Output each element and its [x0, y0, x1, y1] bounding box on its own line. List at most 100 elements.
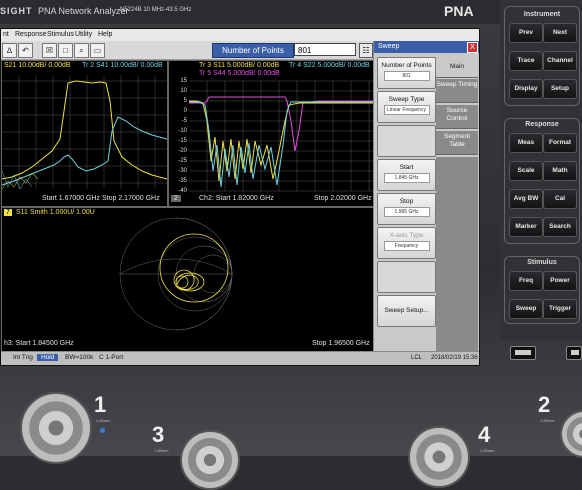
trace-label: S21 10.00dB/ 0.00dB	[4, 62, 71, 69]
prev-key[interactable]: Prev	[509, 23, 543, 43]
trace-s41	[2, 116, 167, 186]
power-key[interactable]: Power	[543, 271, 577, 291]
stop-freq: Stop 2.17000 GHz	[102, 195, 160, 202]
menu-item-utility[interactable]: Utility	[75, 31, 92, 38]
start-freq: Ch2: Start 1.82000 GHz	[199, 195, 274, 202]
tab-main[interactable]: Main	[436, 57, 478, 78]
freq-key[interactable]: Freq	[509, 271, 543, 291]
display-screen: nt Response Stimulus Utility Help ∆ ↶ ☒ …	[0, 28, 480, 366]
setup-key[interactable]: Setup	[543, 79, 577, 99]
marker-badge: 7	[4, 209, 12, 216]
key-label: Start	[399, 164, 414, 171]
port-1-number: 1	[94, 392, 107, 417]
y-tick-label: 5	[183, 98, 187, 104]
marker-tool-icon[interactable]: ∆	[2, 43, 17, 58]
new-trace-icon[interactable]: □	[58, 43, 73, 58]
tab-source-control[interactable]: Source Control	[436, 105, 478, 129]
port-2-label: 1.85mm	[540, 418, 555, 423]
stop-freq: Stop 1.96500 GHz	[312, 340, 370, 347]
trace-s22	[189, 101, 373, 188]
menu-item-response[interactable]: Response	[15, 31, 47, 38]
trigger-status: Int Trig	[13, 354, 33, 361]
undo-icon[interactable]: ↶	[18, 43, 33, 58]
trash-icon[interactable]: ☒	[42, 43, 57, 58]
instrument-group: Instrument Prev Next Trace Channel Displ…	[504, 6, 580, 106]
y-tick-label: 10	[180, 88, 187, 94]
sweep-type-key[interactable]: Sweep Type Linear Frequency	[377, 91, 436, 123]
zoom-icon[interactable]: ⌕	[74, 43, 89, 58]
sweep-title-text: Sweep	[378, 43, 400, 50]
menu-item-nt[interactable]: nt	[3, 31, 9, 38]
trace-label: Tr 3 S11 5.000dB/ 0.00dB	[199, 62, 280, 69]
key-label: Stop	[399, 198, 414, 205]
format-key[interactable]: Format	[543, 133, 577, 153]
tab-sweep-timing[interactable]: Sweep Timing	[436, 79, 478, 103]
brand-label: SIGHT	[0, 6, 33, 16]
number-of-points-key[interactable]: Number of Points 801	[377, 57, 436, 89]
window-1[interactable]: S21 10.00dB/ 0.00dB Tr 2 S41 10.00dB/ 0.…	[1, 60, 168, 207]
sweep-softkey-panel: Sweep X Number of Points 801 Sweep Type …	[373, 41, 479, 365]
sweep-panel-title: Sweep X	[374, 41, 479, 53]
keypad-icon[interactable]: ☷	[359, 43, 373, 58]
key-label: Number of Points	[381, 62, 432, 69]
y-tick-label: -5	[181, 118, 187, 124]
toolbar: ∆ ↶ ☒ □ ⌕ ▭ Number of Points 801 ☷	[1, 41, 373, 60]
window-3[interactable]: 7 S11 Smith 1.000U/ 1.00U h3: Start 1.84…	[1, 207, 374, 352]
math-key[interactable]: Math	[543, 161, 577, 181]
hold-badge: Hold	[37, 354, 59, 361]
trace-label: Tr 5 S44 5.000dB/ 0.00dB	[199, 70, 280, 77]
meas-key[interactable]: Meas	[509, 133, 543, 153]
key-value: Linear Frequency	[383, 105, 430, 115]
series-label: PNA	[444, 3, 474, 19]
sweep-setup-key[interactable]: Sweep Setup...	[377, 295, 436, 327]
channel-key[interactable]: Channel	[543, 51, 577, 71]
start-key[interactable]: Start 1.845 GHz	[377, 159, 436, 191]
display-key[interactable]: Display	[509, 79, 543, 99]
status-bar: Int Trig Hold BW=100k C 1-Port	[1, 351, 373, 365]
rf-port-1-connector[interactable]	[20, 392, 92, 464]
close-icon[interactable]: X	[467, 42, 478, 53]
scale-key[interactable]: Scale	[509, 161, 543, 181]
sweep-key[interactable]: Sweep	[509, 299, 543, 319]
port-4-number: 4	[478, 422, 491, 447]
rf-port-3-connector[interactable]	[180, 430, 240, 490]
trigger-key[interactable]: Trigger	[543, 299, 577, 319]
avg-bw-key[interactable]: Avg BW	[509, 189, 543, 209]
x-axis-type-key[interactable]: X-axis Type Frequency	[377, 227, 436, 259]
menu-item-help[interactable]: Help	[98, 31, 112, 38]
key-label: Sweep Type	[388, 96, 425, 103]
stop-freq: Stop 2.02000 GHz	[314, 195, 372, 202]
tab-segment-table[interactable]: Segment Table	[436, 131, 478, 155]
trace-label: Tr 2 S41 10.00dB/ 0.00dB	[82, 62, 163, 69]
y-tick-label: -35	[178, 178, 187, 184]
marker-key[interactable]: Marker	[509, 217, 543, 237]
rf-port-4-connector[interactable]	[408, 426, 470, 488]
key-label: X-axis Type	[389, 232, 424, 239]
search-key[interactable]: Search	[543, 217, 577, 237]
group-title: Instrument	[523, 11, 561, 18]
key-value: 1.965 GHz	[383, 207, 430, 217]
model-label: PNA Network Analyzer	[38, 6, 129, 16]
window-2[interactable]: Tr 3 S11 5.000dB/ 0.00dB Tr 4 S22 5.000d…	[168, 60, 374, 207]
cal-key[interactable]: Cal	[543, 189, 577, 209]
stimulus-group: Stimulus Freq Power Sweep Trigger	[504, 256, 580, 324]
y-tick-label: -10	[178, 128, 187, 134]
folder-icon[interactable]: ▭	[90, 43, 105, 58]
y-tick-label: -15	[178, 138, 187, 144]
stop-key[interactable]: Stop 1.965 GHz	[377, 193, 436, 225]
instrument-header: SIGHT PNA Network Analyzer N5224B 10 MHz…	[0, 0, 500, 24]
number-of-points-input[interactable]: 801	[294, 43, 356, 56]
window-1-plot	[2, 75, 167, 190]
port-1-label: 1.85mm	[96, 418, 111, 423]
usb-port-icon[interactable]	[566, 346, 582, 360]
ifbw-status: BW=100k	[65, 354, 94, 361]
key-value: 1.845 GHz	[383, 173, 430, 183]
menu-item-stimulus[interactable]: Stimulus	[47, 31, 74, 38]
y-tick-label: -25	[178, 158, 187, 164]
trace-key[interactable]: Trace	[509, 51, 543, 71]
next-key[interactable]: Next	[543, 23, 577, 43]
usb-port-icon[interactable]	[510, 346, 536, 360]
y-tick-label: -20	[178, 148, 187, 154]
start-freq: Start 1.67000 GHz	[42, 195, 100, 202]
y-tick-label: -30	[178, 168, 187, 174]
